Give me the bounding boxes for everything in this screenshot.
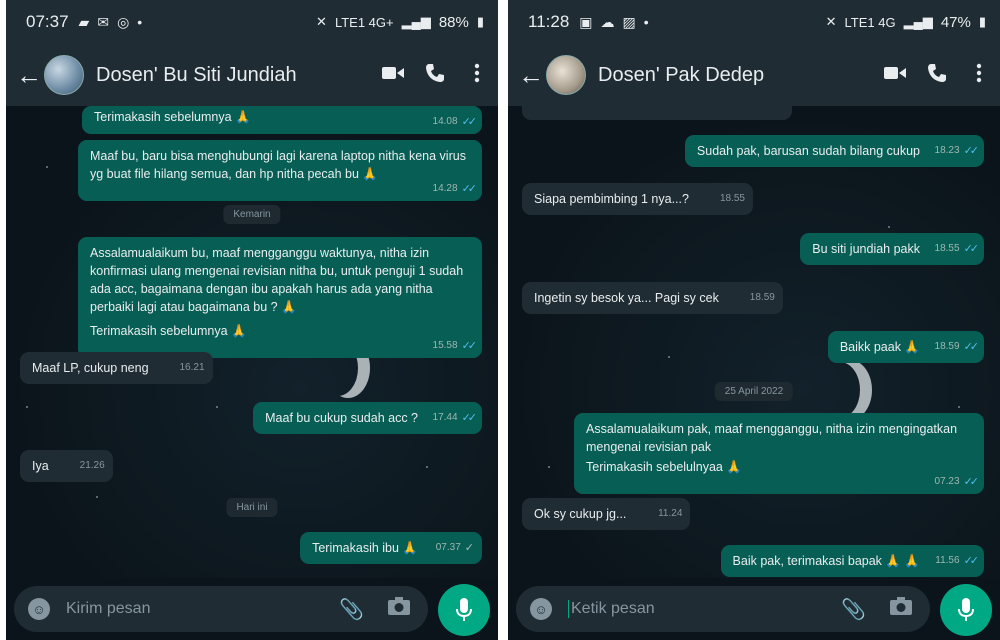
sent-tick-icon: ✓: [464, 542, 474, 554]
camera-icon[interactable]: [388, 597, 410, 621]
message-input-placeholder[interactable]: Kirim pesan: [66, 600, 339, 618]
mic-icon: [958, 598, 974, 621]
message-list[interactable]: Sudah pak, barusan sudah bilang cukup 18…: [508, 106, 1000, 578]
mic-button[interactable]: [940, 584, 992, 636]
network-label: LTE1 4G+: [334, 14, 394, 30]
message-input-placeholder[interactable]: Ketik pesan: [571, 600, 841, 618]
gallery-icon: ▨: [622, 13, 636, 30]
mute-icon: ✕: [316, 14, 327, 29]
avatar[interactable]: [546, 55, 586, 95]
photo-notification-icon: ▣: [579, 13, 593, 30]
contact-name[interactable]: Dosen' Pak Dedep: [598, 64, 874, 87]
read-receipt-icon: ✓✓: [461, 412, 478, 424]
read-receipt-icon: ✓✓: [963, 555, 980, 567]
composer-bar: ☺ Kirim pesan 📎: [6, 578, 498, 640]
moon-wallpaper: [828, 360, 872, 420]
back-arrow-icon[interactable]: ←: [518, 62, 544, 88]
message-bubble[interactable]: Assalamualaikum pak, maaf mengganggu, ni…: [574, 413, 984, 494]
message-bubble-partial[interactable]: [522, 106, 792, 120]
emoji-icon[interactable]: ☺: [530, 598, 552, 620]
status-time: 07:37: [26, 12, 69, 31]
read-receipt-icon: ✓✓: [963, 243, 980, 255]
message-bubble[interactable]: Siapa pembimbing 1 nya...? 18.55: [522, 183, 753, 215]
phone-call-icon[interactable]: [414, 63, 456, 88]
date-divider: 25 April 2022: [714, 382, 794, 401]
message-bubble[interactable]: Baikk paak 🙏 18.59 ✓✓: [827, 331, 984, 363]
weather-icon: ☁: [600, 13, 615, 30]
phone-call-icon[interactable]: [916, 63, 958, 88]
chat-header: ← Dosen' Pak Dedep: [508, 44, 1000, 106]
message-bubble[interactable]: Ingetin sy besok ya... Pagi sy cek 18.59: [522, 282, 783, 314]
message-bubble[interactable]: Maaf bu, baru bisa menghubungi lagi kare…: [78, 140, 482, 201]
mail-icon: ✉: [97, 13, 110, 30]
camera-icon[interactable]: [890, 597, 912, 621]
back-arrow-icon[interactable]: ←: [16, 62, 42, 88]
avatar[interactable]: [44, 55, 84, 95]
instagram-icon: ◎: [117, 13, 130, 30]
message-bubble[interactable]: Sudah pak, barusan sudah bilang cukup 18…: [684, 135, 984, 167]
attach-icon[interactable]: 📎: [339, 597, 364, 622]
battery-level: 88%: [438, 13, 469, 31]
date-divider: Hari ini: [226, 498, 278, 517]
message-bubble[interactable]: Iya 21.26: [20, 450, 113, 482]
emoji-icon[interactable]: ☺: [28, 598, 50, 620]
chat-screen-right: 11:28 ▣ ☁ ▨ • ✕ LTE1 4G ▂▄▆ 47% ▮ ← Dose…: [508, 0, 1000, 640]
status-time: 11:28: [528, 12, 570, 31]
mute-icon: ✕: [825, 14, 837, 29]
read-receipt-icon: ✓✓: [963, 145, 980, 157]
attach-icon[interactable]: 📎: [841, 597, 866, 622]
chat-screen-left: 07:37 ▰ ✉ ◎ • ✕ LTE1 4G+ ▂▄▆ 88% ▮ ← Dos…: [6, 0, 498, 640]
battery-icon: ▮: [476, 14, 484, 29]
read-receipt-icon: ✓✓: [461, 116, 478, 128]
message-bubble[interactable]: Maaf LP, cukup neng 16.21: [20, 352, 213, 384]
message-input[interactable]: ☺ Kirim pesan 📎: [14, 586, 428, 632]
message-bubble[interactable]: Assalamualaikum bu, maaf mengganggu wakt…: [78, 237, 482, 358]
text-cursor: [568, 600, 569, 618]
signal-icon: ▂▄▆: [903, 14, 933, 29]
status-bar: 07:37 ▰ ✉ ◎ • ✕ LTE1 4G+ ▂▄▆ 88% ▮: [6, 0, 498, 44]
chat-notification-icon: ▰: [78, 13, 90, 30]
message-list[interactable]: Terimakasih sebelumnya 🙏 14.08 ✓✓ Maaf bu…: [6, 106, 498, 578]
contact-name[interactable]: Dosen' Bu Siti Jundiah: [96, 64, 372, 87]
message-bubble[interactable]: Terimakasih ibu 🙏 07.37 ✓: [300, 532, 482, 564]
more-options-icon[interactable]: [456, 63, 498, 88]
composer-bar: ☺ Ketik pesan 📎: [508, 578, 1000, 640]
message-bubble[interactable]: Ok sy cukup jg... 11.24: [522, 498, 691, 530]
battery-charging-icon: ▮: [978, 14, 986, 29]
message-bubble[interactable]: Baik pak, terimakasi bapak 🙏 🙏 11.56 ✓✓: [720, 545, 984, 577]
video-call-icon[interactable]: [874, 65, 916, 86]
read-receipt-icon: ✓✓: [963, 341, 980, 353]
read-receipt-icon: ✓✓: [963, 476, 980, 488]
date-divider: Kemarin: [223, 205, 281, 224]
message-bubble[interactable]: Terimakasih sebelumnya 🙏 14.08 ✓✓: [82, 106, 482, 134]
chat-header: ← Dosen' Bu Siti Jundiah: [6, 44, 498, 106]
signal-icon: ▂▄▆: [401, 14, 431, 29]
message-bubble[interactable]: Maaf bu cukup sudah acc ? 17.44 ✓✓: [253, 402, 482, 434]
video-call-icon[interactable]: [372, 65, 414, 86]
dot-icon: •: [643, 14, 649, 30]
battery-level: 47%: [940, 13, 971, 31]
mic-icon: [456, 598, 472, 621]
read-receipt-icon: ✓✓: [461, 340, 478, 352]
mic-button[interactable]: [438, 584, 490, 636]
status-bar: 11:28 ▣ ☁ ▨ • ✕ LTE1 4G ▂▄▆ 47% ▮: [508, 0, 1000, 44]
more-options-icon[interactable]: [958, 63, 1000, 88]
network-label: LTE1 4G: [844, 14, 896, 30]
message-bubble[interactable]: Bu siti jundiah pakk 18.55 ✓✓: [800, 233, 984, 265]
read-receipt-icon: ✓✓: [461, 183, 478, 195]
message-input[interactable]: ☺ Ketik pesan 📎: [516, 586, 930, 632]
dot-icon: •: [137, 14, 143, 30]
